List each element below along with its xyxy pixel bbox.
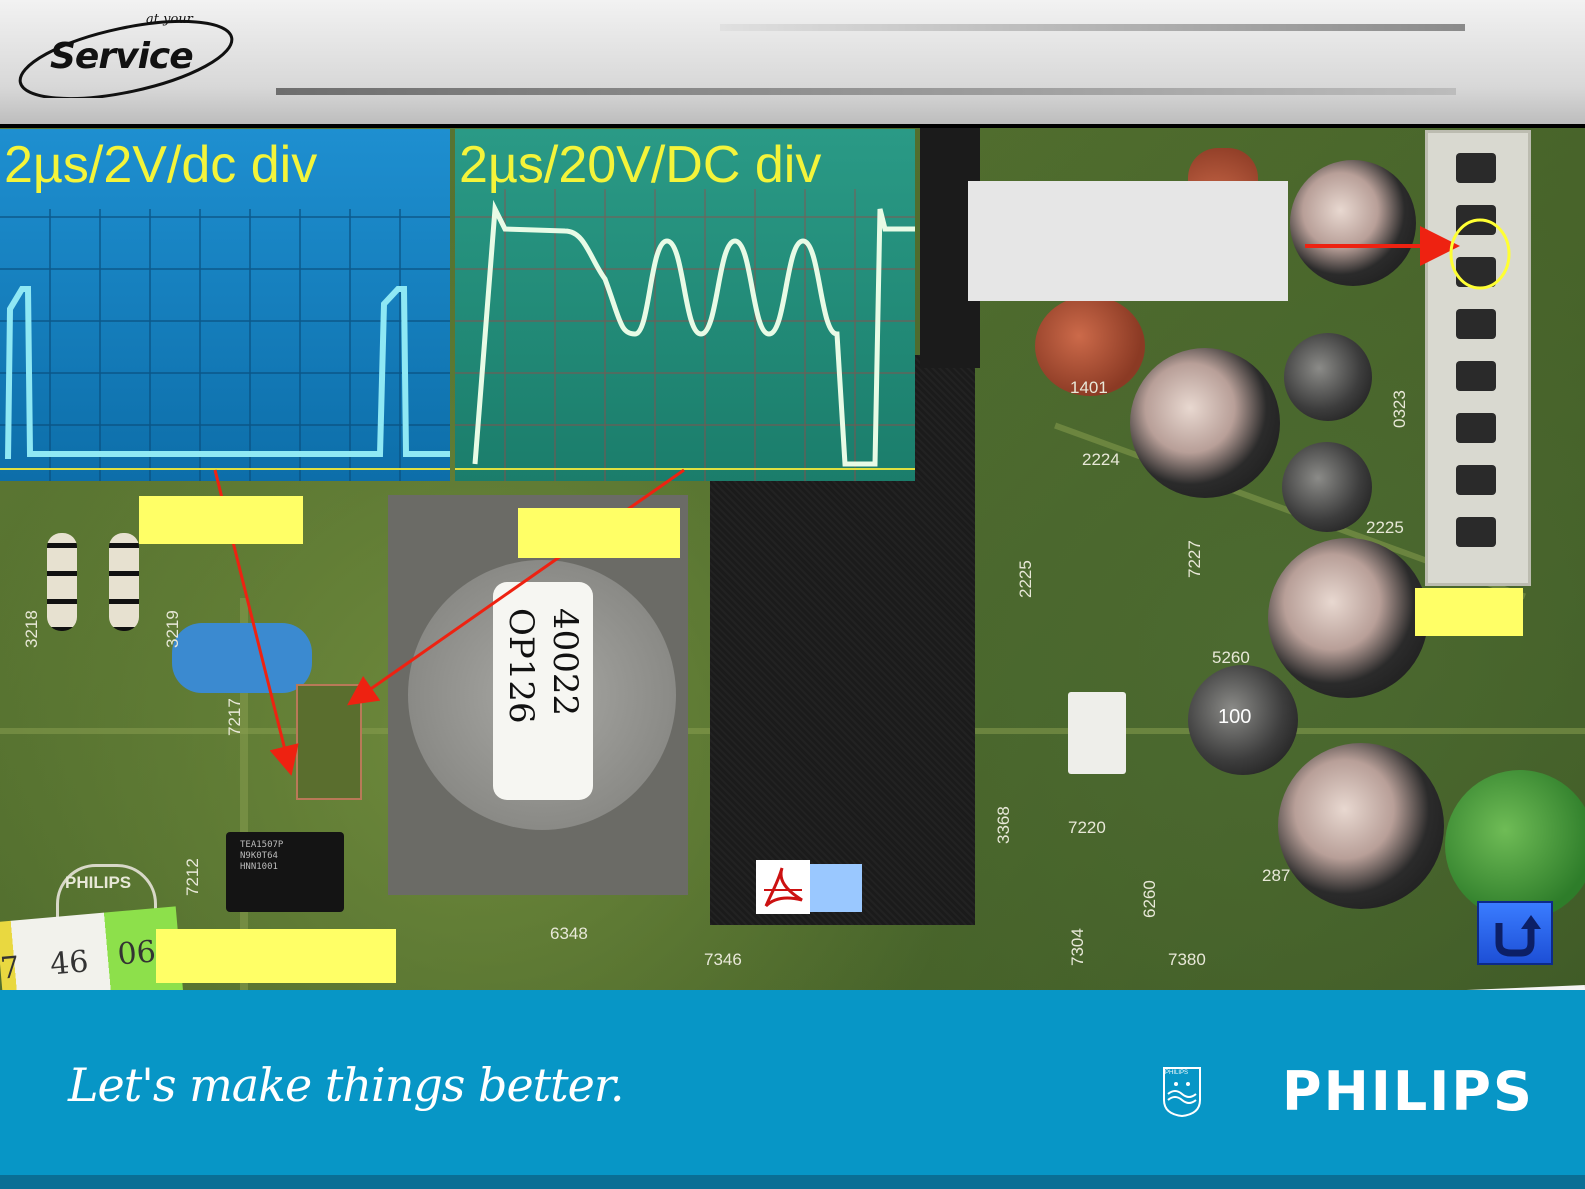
header-rule-top <box>720 24 1465 31</box>
silk-label: 3219 <box>163 610 182 648</box>
acrobat-icon[interactable] <box>756 860 810 914</box>
silk-label: 2224 <box>1082 450 1120 469</box>
silk-label: 7346 <box>704 950 742 969</box>
header-rule-bottom <box>276 88 1456 95</box>
silk-label: 3218 <box>22 610 41 648</box>
coil <box>1284 333 1372 421</box>
resistor-3219 <box>109 533 139 631</box>
silk-label: 287 <box>1262 866 1291 885</box>
electrolytic-capacitor <box>1278 743 1444 909</box>
label-box-connector <box>1415 588 1523 636</box>
oscilloscope-panel-gate: 2µs/2V/dc div <box>0 129 450 481</box>
slogan: Let's make things better. <box>68 1058 624 1112</box>
acrobat-glyph <box>764 867 803 908</box>
silk-label: 6348 <box>550 924 588 943</box>
silk-label: 0323 <box>1390 390 1409 428</box>
label-box-drain <box>518 508 680 558</box>
silk-label: 7304 <box>1068 928 1087 966</box>
electrolytic-capacitor <box>1290 160 1416 286</box>
slide-header: at your Service <box>0 0 1585 124</box>
logo-wordmark: Service <box>50 36 194 77</box>
philips-wordmark: PHILIPS <box>1282 1060 1534 1123</box>
electrolytic-capacitor <box>1130 348 1280 498</box>
return-arrow-icon <box>1495 915 1541 957</box>
transformer-label: 40022 OP126 <box>493 582 593 800</box>
silk-label: 7220 <box>1068 818 1106 837</box>
footer-bottom-strip <box>0 1175 1585 1189</box>
link-hotspot[interactable] <box>810 864 862 912</box>
silk-label: 2225 <box>1366 518 1404 537</box>
green-y-capacitor <box>1445 770 1585 920</box>
philips-shield-icon: PHILIPS <box>1162 1066 1202 1118</box>
coil <box>1282 442 1372 532</box>
service-logo: at your Service <box>18 12 248 98</box>
silk-label: 5260 <box>1212 648 1250 667</box>
coil-marking: 100 <box>1218 706 1252 728</box>
power-fet-7217 <box>296 684 362 800</box>
silk-label: 7212 <box>183 858 202 896</box>
silk-label: 7380 <box>1168 950 1206 969</box>
scope-title: 2µs/2V/dc div <box>4 136 318 194</box>
drain-waveform <box>472 199 915 467</box>
ic-marking: TEA1507P N9K0T64 HNN1001 <box>240 840 284 872</box>
silk-label: 7217 <box>225 698 244 736</box>
electrolytic-capacitor <box>1268 538 1428 698</box>
return-button[interactable] <box>1477 901 1553 965</box>
shield-text: PHILIPS <box>1165 1070 1189 1076</box>
silk-label: 3368 <box>994 806 1013 844</box>
gate-waveform <box>5 286 450 460</box>
silk-label: 2225 <box>1016 560 1035 598</box>
silk-label: 6260 <box>1140 880 1159 918</box>
label-box-gate <box>139 496 303 544</box>
scope-title: 2µs/20V/DC div <box>459 136 822 194</box>
silk-label: 7227 <box>1185 540 1204 578</box>
resistor-3218 <box>47 533 77 631</box>
logo-tagline: at your <box>146 12 193 27</box>
wire-connector <box>1425 130 1531 586</box>
silk-label: 1401 <box>1070 378 1108 397</box>
info-box <box>968 181 1288 301</box>
label-box-ic <box>156 929 396 983</box>
optocoupler-7220 <box>1068 692 1126 774</box>
blue-capacitor <box>172 623 312 693</box>
oscilloscope-panel-drain: 2µs/20V/DC div <box>455 129 915 481</box>
